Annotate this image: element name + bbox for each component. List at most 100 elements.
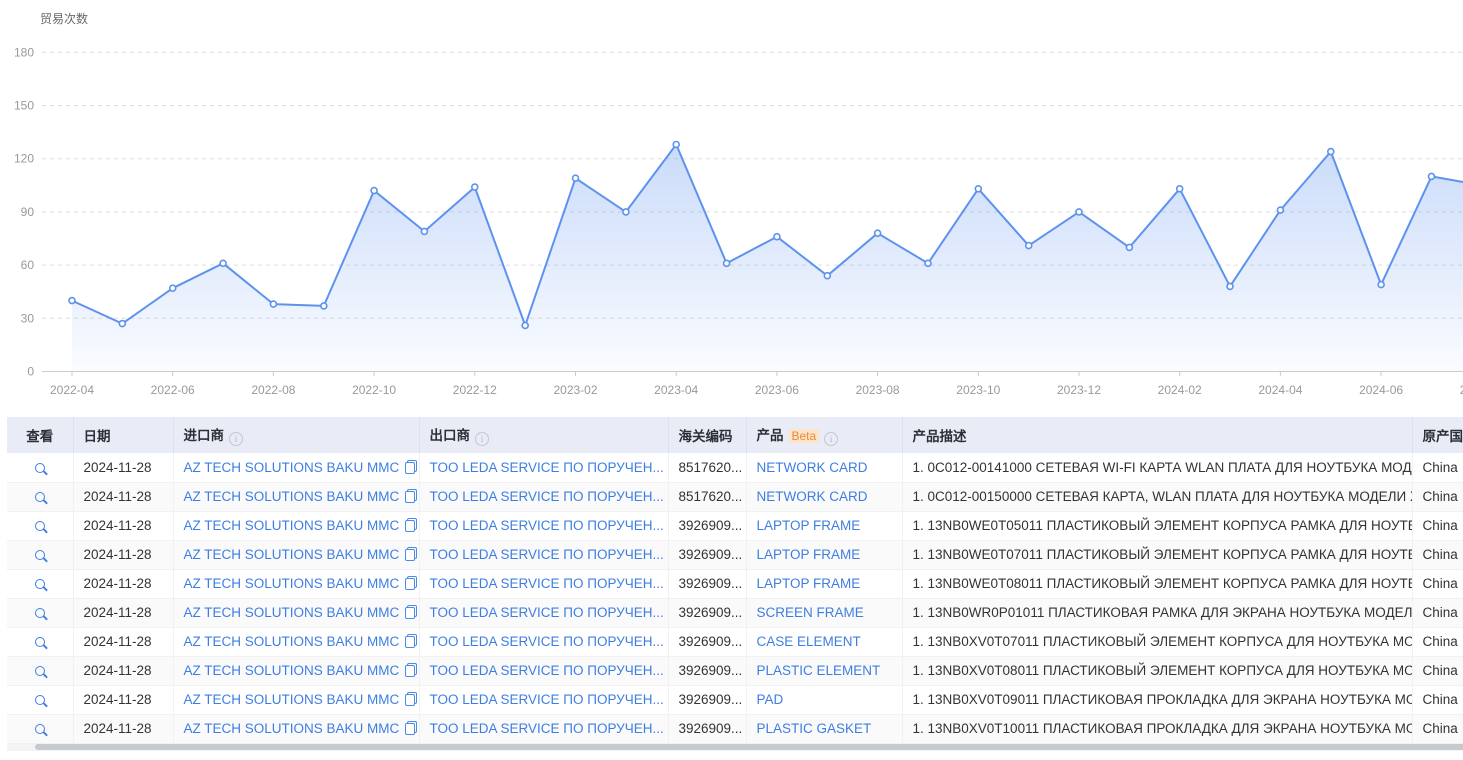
exporter-link[interactable]: TOO LEDA SERVICE ПО ПОРУЧЕН... [430, 634, 664, 649]
view-cell [7, 598, 73, 627]
view-detail-magnifier-icon[interactable] [35, 695, 45, 705]
data-point-marker[interactable] [875, 230, 881, 236]
exporter-link[interactable]: TOO LEDA SERVICE ПО ПОРУЧЕН... [430, 721, 664, 736]
beta-badge: Beta [789, 429, 820, 443]
data-point-marker[interactable] [1026, 243, 1032, 249]
data-point-marker[interactable] [421, 228, 427, 234]
data-point-marker[interactable] [1328, 149, 1334, 155]
exporter-link[interactable]: TOO LEDA SERVICE ПО ПОРУЧЕН... [430, 547, 664, 562]
view-detail-magnifier-icon[interactable] [35, 724, 45, 734]
data-point-marker[interactable] [623, 209, 629, 215]
view-cell [7, 540, 73, 569]
copy-icon[interactable] [405, 576, 417, 590]
copy-icon[interactable] [405, 721, 417, 735]
hs-code-value: 3926909... [679, 576, 743, 591]
data-point-marker[interactable] [69, 298, 75, 304]
trade-count-line-chart: 03060901201501802022-042022-062022-08202… [0, 0, 1463, 410]
product-link[interactable]: NETWORK CARD [757, 460, 868, 475]
importer-link[interactable]: AZ TECH SOLUTIONS BAKU MMC [184, 489, 400, 504]
data-point-marker[interactable] [371, 188, 377, 194]
table-row: 2024-11-28 AZ TECH SOLUTIONS BAKU MMC TO… [7, 511, 1463, 540]
exporter-link[interactable]: TOO LEDA SERVICE ПО ПОРУЧЕН... [430, 692, 664, 707]
view-detail-magnifier-icon[interactable] [35, 550, 45, 560]
horizontal-scrollbar-thumb[interactable] [35, 744, 1463, 750]
copy-icon[interactable] [405, 692, 417, 706]
data-point-marker[interactable] [1429, 173, 1435, 179]
product-link[interactable]: LAPTOP FRAME [757, 547, 861, 562]
importer-cell: AZ TECH SOLUTIONS BAKU MMC [173, 540, 419, 569]
date-cell: 2024-11-28 [73, 685, 173, 714]
data-point-marker[interactable] [724, 260, 730, 266]
importer-cell: AZ TECH SOLUTIONS BAKU MMC [173, 511, 419, 540]
importer-link[interactable]: AZ TECH SOLUTIONS BAKU MMC [184, 518, 400, 533]
copy-icon[interactable] [405, 489, 417, 503]
exporter-link[interactable]: TOO LEDA SERVICE ПО ПОРУЧЕН... [430, 576, 664, 591]
exporter-link[interactable]: TOO LEDA SERVICE ПО ПОРУЧЕН... [430, 605, 664, 620]
view-detail-magnifier-icon[interactable] [35, 666, 45, 676]
data-point-marker[interactable] [270, 301, 276, 307]
data-point-marker[interactable] [824, 273, 830, 279]
info-icon[interactable] [824, 432, 838, 446]
view-detail-magnifier-icon[interactable] [35, 608, 45, 618]
product-cell: SCREEN FRAME [746, 598, 902, 627]
hs-code-value: 3926909... [679, 663, 743, 678]
data-point-marker[interactable] [1076, 209, 1082, 215]
exporter-link[interactable]: TOO LEDA SERVICE ПО ПОРУЧЕН... [430, 518, 664, 533]
description-cell: 1. 13NB0WR0P01011 ПЛАСТИКОВАЯ РАМКА ДЛЯ … [902, 598, 1412, 627]
copy-icon[interactable] [405, 634, 417, 648]
info-icon[interactable] [475, 432, 489, 446]
exporter-link[interactable]: TOO LEDA SERVICE ПО ПОРУЧЕН... [430, 460, 664, 475]
data-point-marker[interactable] [925, 260, 931, 266]
view-detail-magnifier-icon[interactable] [35, 463, 45, 473]
data-point-marker[interactable] [220, 260, 226, 266]
data-point-marker[interactable] [1378, 282, 1384, 288]
description-value: 1. 0C012-00150000 СЕТЕВАЯ КАРТА, WLAN ПЛ… [913, 489, 1413, 504]
importer-link[interactable]: AZ TECH SOLUTIONS BAKU MMC [184, 663, 400, 678]
origin-country-cell: China [1412, 627, 1463, 656]
product-link[interactable]: NETWORK CARD [757, 489, 868, 504]
importer-link[interactable]: AZ TECH SOLUTIONS BAKU MMC [184, 634, 400, 649]
data-point-marker[interactable] [321, 303, 327, 309]
copy-icon[interactable] [405, 547, 417, 561]
data-point-marker[interactable] [573, 175, 579, 181]
product-link[interactable]: CASE ELEMENT [757, 634, 861, 649]
info-icon[interactable] [229, 432, 243, 446]
product-link[interactable]: PAD [757, 692, 784, 707]
product-link[interactable]: PLASTIC ELEMENT [757, 663, 881, 678]
product-cell: NETWORK CARD [746, 453, 902, 482]
view-detail-magnifier-icon[interactable] [35, 492, 45, 502]
data-point-marker[interactable] [522, 322, 528, 328]
importer-link[interactable]: AZ TECH SOLUTIONS BAKU MMC [184, 460, 400, 475]
data-point-marker[interactable] [170, 285, 176, 291]
view-detail-magnifier-icon[interactable] [35, 521, 45, 531]
trade-trend-chart: 贸易次数 03060901201501802022-042022-062022-… [0, 0, 1463, 410]
data-point-marker[interactable] [774, 234, 780, 240]
exporter-link[interactable]: TOO LEDA SERVICE ПО ПОРУЧЕН... [430, 489, 664, 504]
importer-link[interactable]: AZ TECH SOLUTIONS BAKU MMC [184, 605, 400, 620]
copy-icon[interactable] [405, 460, 417, 474]
data-point-marker[interactable] [1277, 207, 1283, 213]
data-point-marker[interactable] [1227, 283, 1233, 289]
product-link[interactable]: LAPTOP FRAME [757, 518, 861, 533]
data-point-marker[interactable] [1126, 244, 1132, 250]
product-link[interactable]: LAPTOP FRAME [757, 576, 861, 591]
view-detail-magnifier-icon[interactable] [35, 637, 45, 647]
product-link[interactable]: PLASTIC GASKET [757, 721, 872, 736]
data-point-marker[interactable] [1177, 186, 1183, 192]
importer-link[interactable]: AZ TECH SOLUTIONS BAKU MMC [184, 721, 400, 736]
product-link[interactable]: SCREEN FRAME [757, 605, 864, 620]
horizontal-scrollbar[interactable] [7, 744, 1463, 751]
exporter-link[interactable]: TOO LEDA SERVICE ПО ПОРУЧЕН... [430, 663, 664, 678]
data-point-marker[interactable] [472, 184, 478, 190]
importer-link[interactable]: AZ TECH SOLUTIONS BAKU MMC [184, 576, 400, 591]
data-point-marker[interactable] [119, 321, 125, 327]
copy-icon[interactable] [405, 663, 417, 677]
data-point-marker[interactable] [975, 186, 981, 192]
data-point-marker[interactable] [673, 142, 679, 148]
importer-link[interactable]: AZ TECH SOLUTIONS BAKU MMC [184, 692, 400, 707]
copy-icon[interactable] [405, 605, 417, 619]
importer-link[interactable]: AZ TECH SOLUTIONS BAKU MMC [184, 547, 400, 562]
view-detail-magnifier-icon[interactable] [35, 579, 45, 589]
x-axis-tick-label: 2024-04 [1258, 383, 1302, 397]
copy-icon[interactable] [405, 518, 417, 532]
